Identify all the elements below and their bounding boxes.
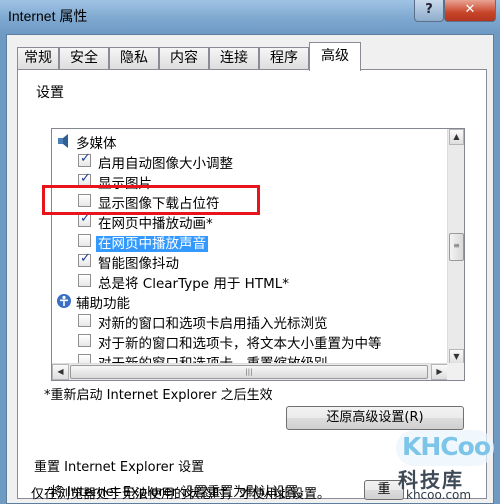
- setting-label: 启用自动图像大小调整: [98, 156, 233, 172]
- horizontal-scrollbar[interactable]: ◀ ||| ▶: [52, 363, 448, 380]
- settings-label: 设置: [36, 85, 64, 101]
- watermark-logo: KHCoo: [402, 432, 491, 461]
- setting-label-wrapper: 在网页中播放声音: [96, 232, 208, 252]
- checkbox[interactable]: [78, 314, 91, 327]
- setting-cleartype[interactable]: 总是将 ClearType 用于 HTML*: [52, 271, 448, 292]
- category-accessibility: 辅助功能: [52, 291, 448, 312]
- tab-programs[interactable]: 程序: [259, 47, 309, 70]
- category-multimedia: 多媒体: [52, 131, 448, 152]
- title-bar: Internet 属性 ? ✕: [0, 0, 500, 34]
- checkbox[interactable]: ✓: [78, 211, 91, 227]
- accessibility-icon: [56, 293, 72, 309]
- watermark: KHCoo 科技库 khcoo.com: [396, 428, 500, 504]
- checkmark-icon: ✓: [80, 151, 91, 166]
- setting-auto-resize[interactable]: ✓ 启用自动图像大小调整: [52, 151, 448, 172]
- checkmark-icon: ✓: [80, 171, 91, 186]
- highlight-frame: [42, 185, 260, 215]
- category-label: 多媒体: [76, 136, 117, 152]
- vertical-scrollbar[interactable]: ▲ ≡ ▼: [447, 129, 464, 365]
- scroll-right-button[interactable]: ▶: [431, 364, 448, 380]
- setting-label: 对新的窗口和选项卡启用插入光标浏览: [98, 316, 328, 332]
- close-button[interactable]: ✕: [444, 0, 496, 22]
- setting-label: 在网页中播放动画*: [98, 216, 213, 232]
- setting-label: 智能图像抖动: [98, 256, 179, 272]
- scroll-thumb-horizontal[interactable]: |||: [70, 365, 428, 379]
- restart-note: *重新启动 Internet Explorer 之后生效: [44, 388, 273, 403]
- setting-play-sounds[interactable]: 在网页中播放声音: [52, 231, 448, 252]
- window-title: Internet 属性: [8, 8, 88, 24]
- reset-footer: 仅在浏览器处于无法使用的状态时，才使用此设置。: [31, 487, 331, 502]
- scroll-left-button[interactable]: ◀: [52, 364, 69, 380]
- help-button[interactable]: ?: [414, 0, 444, 22]
- tab-strip: 常规 安全 隐私 内容 连接 程序 高级: [17, 42, 417, 71]
- tab-general[interactable]: 常规: [17, 47, 59, 70]
- setting-caret-browsing[interactable]: 对新的窗口和选项卡启用插入光标浏览: [52, 311, 448, 332]
- setting-label: 在网页中播放声音: [96, 236, 208, 252]
- watermark-url: khcoo.com: [406, 488, 472, 502]
- category-label: 辅助功能: [76, 296, 130, 312]
- tab-privacy[interactable]: 隐私: [109, 47, 159, 70]
- setting-label: 总是将 ClearType 用于 HTML*: [98, 276, 290, 292]
- tab-security[interactable]: 安全: [59, 47, 109, 70]
- tab-content[interactable]: 内容: [159, 47, 209, 70]
- multimedia-icon: [56, 133, 72, 149]
- checkbox[interactable]: [78, 234, 91, 247]
- restore-advanced-button[interactable]: 还原高级设置(R): [286, 406, 464, 430]
- checkbox[interactable]: ✓: [78, 151, 91, 167]
- checkmark-icon: ✓: [80, 251, 91, 266]
- setting-smart-dithering[interactable]: ✓ 智能图像抖动: [52, 251, 448, 272]
- checkbox[interactable]: [78, 274, 91, 287]
- setting-label: 对于新的窗口和选项卡，将文本大小重置为中等: [98, 336, 382, 352]
- tab-connections[interactable]: 连接: [209, 47, 259, 70]
- reset-group-label: 重置 Internet Explorer 设置: [34, 456, 209, 475]
- tab-advanced[interactable]: 高级: [309, 42, 361, 71]
- scroll-up-button[interactable]: ▲: [449, 129, 464, 145]
- checkbox[interactable]: ✓: [78, 251, 91, 267]
- checkbox[interactable]: [78, 334, 91, 347]
- setting-reset-text-size[interactable]: 对于新的窗口和选项卡，将文本大小重置为中等: [52, 331, 448, 352]
- scroll-thumb[interactable]: ≡: [449, 233, 464, 261]
- settings-list[interactable]: 多媒体 ✓ 启用自动图像大小调整 ✓ 显示图片 显示图像下载占位符 ✓ 在网页中…: [51, 128, 465, 381]
- scrollbar-corner: [447, 363, 464, 380]
